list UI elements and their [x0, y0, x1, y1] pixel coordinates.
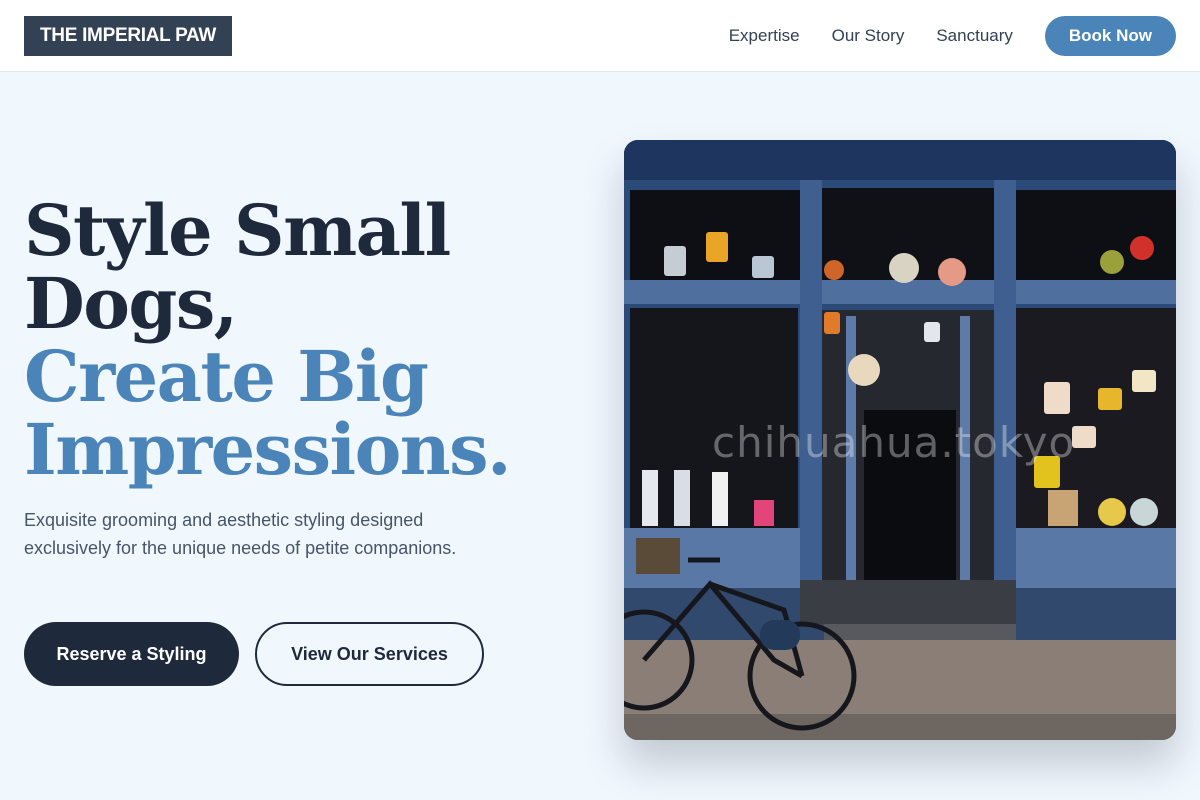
nav-link-expertise[interactable]: Expertise [729, 26, 800, 46]
site-logo[interactable]: THE IMPERIAL PAW [24, 16, 233, 56]
view-services-button[interactable]: View Our Services [255, 622, 484, 686]
reserve-styling-button[interactable]: Reserve a Styling [24, 622, 239, 686]
hero-subtitle: Exquisite grooming and aesthetic styling… [24, 510, 457, 558]
hero-title-line-1: Style Small [24, 189, 451, 272]
hero-title-accent-2: Impressions. [24, 408, 511, 491]
nav-link-our-story[interactable]: Our Story [832, 26, 905, 46]
book-now-button[interactable]: Book Now [1044, 16, 1176, 56]
hero-title: Style Small Dogs, Create Big Impressions… [24, 194, 544, 486]
hero-title-line-2: Dogs, [24, 262, 238, 345]
image-watermark: chihuahua.tokyo [712, 418, 1076, 467]
hero-title-accent-1: Create Big [24, 335, 429, 418]
main-nav: Expertise Our Story Sanctuary Book Now [729, 16, 1176, 56]
hero-image-storefront: chihuahua.tokyo [624, 140, 1176, 740]
nav-link-sanctuary[interactable]: Sanctuary [936, 26, 1013, 46]
site-header: THE IMPERIAL PAW Expertise Our Story San… [0, 0, 1200, 72]
